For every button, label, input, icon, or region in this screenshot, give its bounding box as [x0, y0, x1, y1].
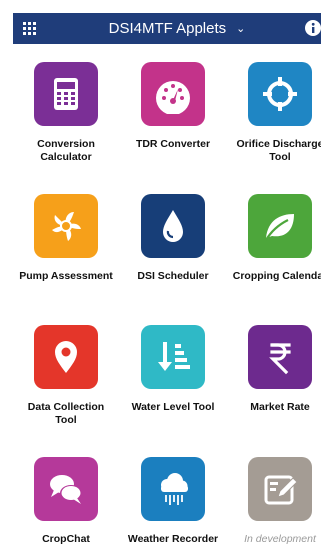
gauge-icon — [156, 81, 190, 114]
crosshair-icon — [263, 77, 297, 111]
applet-label: Orifice Discharge Tool — [236, 138, 321, 163]
info-icon[interactable] — [305, 20, 321, 36]
applet-label: Conversion Calculator — [37, 138, 95, 163]
applet-tile-data-collection-tool[interactable]: Data Collection Tool — [16, 325, 116, 427]
chat-bubbles-icon — [50, 475, 82, 504]
rupee-icon — [269, 343, 291, 375]
applet-tile-orifice-discharge-tool[interactable]: Orifice Discharge Tool — [230, 62, 321, 164]
applet-tile-dsi-scheduler[interactable]: DSI Scheduler — [123, 194, 223, 283]
applet-label: In development — [244, 533, 316, 545]
applet-tile-tdr-converter[interactable]: TDR Converter — [123, 62, 223, 151]
applet-label: Pump Assessment — [19, 270, 113, 282]
applet-icon-box — [248, 62, 312, 126]
map-pin-icon — [55, 341, 77, 373]
applet-icon-box — [141, 194, 205, 258]
applet-icon-box — [141, 62, 205, 126]
applet-icon-box — [34, 325, 98, 389]
rain-cloud-icon — [161, 473, 188, 505]
top-bar: DSI4MTF Applets ⌄ — [13, 13, 321, 44]
applet-tile-in-development: In development — [230, 457, 321, 546]
applet-icon-box — [248, 194, 312, 258]
applet-tile-market-rate[interactable]: Market Rate — [230, 325, 321, 414]
applet-tile-water-level-tool[interactable]: Water Level Tool — [123, 325, 223, 414]
edit-icon — [264, 475, 298, 505]
applet-tile-cropping-calendar[interactable]: Cropping Calendar — [230, 194, 321, 283]
calculator-icon — [54, 78, 78, 110]
applet-tile-pump-assessment[interactable]: Pump Assessment — [16, 194, 116, 283]
applet-label: Market Rate — [250, 401, 310, 413]
applet-label: DSI Scheduler — [137, 270, 209, 282]
applet-label: CropChat — [42, 533, 90, 545]
applet-icon-box — [141, 325, 205, 389]
applet-icon-box — [248, 325, 312, 389]
applet-label: Weather Recorder — [127, 533, 219, 545]
applet-tile-weather-recorder[interactable]: Weather Recorder — [123, 457, 223, 546]
applet-label: Data Collection Tool — [27, 401, 105, 426]
sort-down-icon — [158, 342, 190, 371]
leaf-icon — [265, 214, 294, 241]
water-drop-icon — [163, 210, 183, 242]
applet-label: TDR Converter — [135, 138, 211, 150]
applet-selector[interactable]: DSI4MTF Applets ⌄ — [13, 13, 321, 44]
fan-icon — [52, 212, 81, 241]
applet-icon-box — [34, 194, 98, 258]
applet-tile-cropchat[interactable]: CropChat — [16, 457, 116, 546]
applet-icon-box — [34, 457, 98, 521]
chevron-down-icon: ⌄ — [236, 23, 246, 35]
applet-icon-box — [141, 457, 205, 521]
applet-label: Cropping Calendar — [232, 270, 321, 282]
page-title: DSI4MTF Applets — [108, 20, 227, 37]
applet-icon-box — [34, 62, 98, 126]
applet-tile-conversion-calculator[interactable]: Conversion Calculator — [16, 62, 116, 164]
applet-label: Water Level Tool — [131, 401, 215, 413]
applet-icon-box — [248, 457, 312, 521]
